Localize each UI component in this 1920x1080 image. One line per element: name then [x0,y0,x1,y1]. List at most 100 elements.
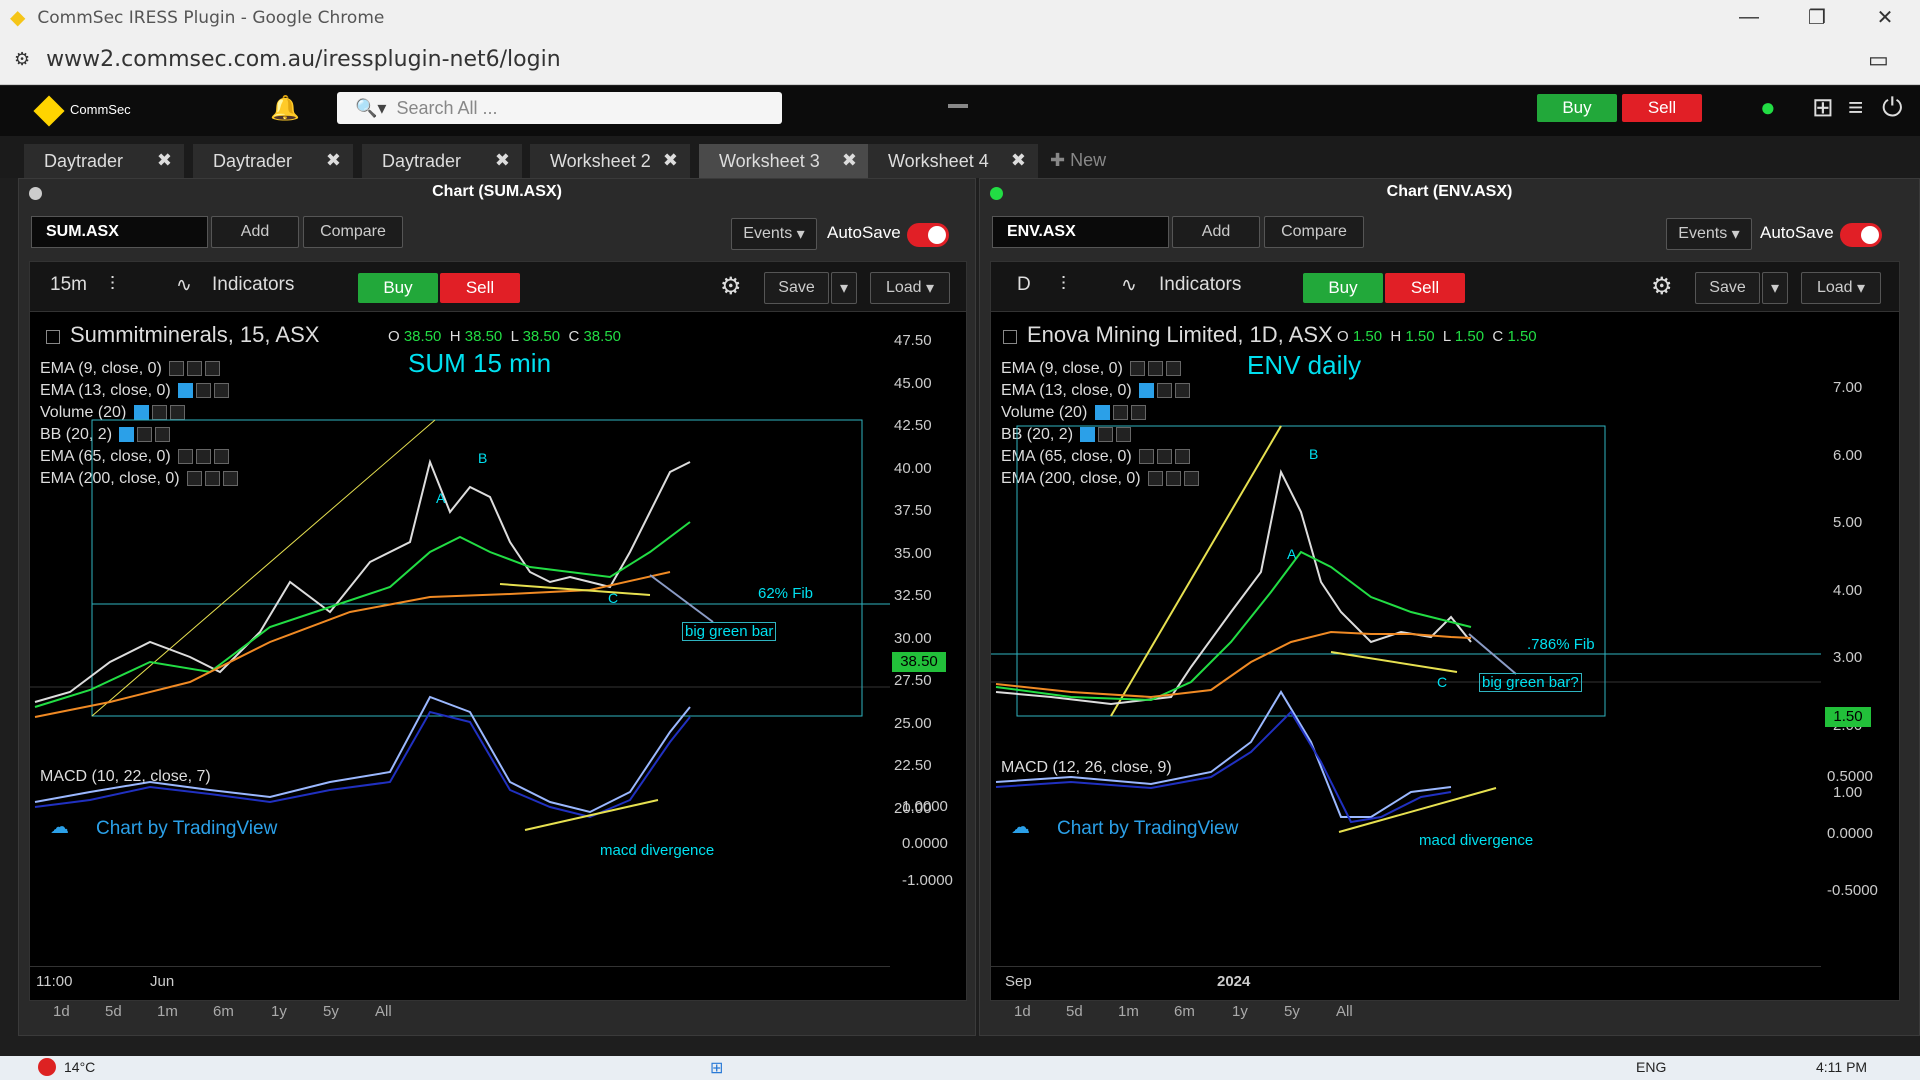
interval-selector[interactable]: 15m [50,274,87,296]
range-6m[interactable]: 6m [213,1003,234,1020]
price-axis[interactable]: 47.50 45.00 42.50 40.00 37.50 35.00 32.5… [894,320,932,830]
clock[interactable]: 4:11 PM [1816,1059,1867,1075]
range-5y[interactable]: 5y [323,1003,339,1020]
price-plot[interactable] [991,312,1821,1002]
search-input[interactable]: Search All ... [396,98,497,119]
tab-worksheet-4[interactable]: Worksheet 4 ✖ [868,144,1038,178]
range-6m[interactable]: 6m [1174,1003,1195,1020]
drag-handle-icon[interactable] [948,104,968,108]
indicators-icon[interactable]: ∿ [1121,274,1137,297]
range-5d[interactable]: 5d [105,1003,122,1020]
y-tick: 45.00 [894,374,932,392]
bell-icon[interactable]: 🔔 [270,94,300,123]
menu-icon[interactable]: ≡ [1848,92,1863,123]
tradingview-logo-icon[interactable]: ☁ [50,816,69,839]
events-dropdown[interactable]: Events ▾ [731,218,817,250]
search-icon[interactable]: 🔍▾ [355,98,386,119]
add-button[interactable]: Add [1172,216,1260,248]
macd-legend: MACD (12, 26, close, 9) [1001,759,1172,776]
price-plot[interactable] [30,312,890,1002]
tab-daytrader-1[interactable]: Daytrader ✖ [24,144,184,178]
trend-line [1110,425,1282,717]
macd-axis[interactable]: 0.5000 0.0000 -0.5000 [1827,748,1878,919]
tradingview-logo-icon[interactable]: ☁ [1011,816,1030,839]
time-axis[interactable]: 11:00 Jun [30,966,890,1002]
close-tab-icon[interactable]: ✖ [663,150,678,171]
wave-a-label: A [436,490,446,506]
symbol-input[interactable]: ENV.ASX [992,216,1169,248]
tab-worksheet-3[interactable]: Worksheet 3 ✖ [699,144,869,178]
header-buy-button[interactable]: Buy [1537,94,1617,122]
tab-daytrader-3[interactable]: Daytrader ✖ [362,144,522,178]
power-icon[interactable]: ⏻ [1882,92,1903,124]
symbol-input[interactable]: SUM.ASX [31,216,208,248]
annotation-macd: macd divergence [1419,832,1534,849]
url-text[interactable]: www2.commsec.com.au/iressplugin-net6/log… [46,47,561,72]
tradingview-credit[interactable]: Chart by TradingView [96,818,277,840]
add-button[interactable]: Add [211,216,299,248]
indicators-button[interactable]: Indicators [1159,274,1241,296]
macd-axis[interactable]: 1.0000 0.0000 -1.0000 [902,788,953,899]
save-button[interactable]: Save [1695,272,1760,304]
language-indicator[interactable]: ENG [1636,1059,1666,1075]
range-5y[interactable]: 5y [1284,1003,1300,1020]
save-dropdown-icon[interactable]: ▾ [1762,272,1788,304]
load-dropdown[interactable]: Load ▾ [870,272,950,304]
annotation-bar: big green bar [682,622,777,641]
chart-panel-sum: Chart (SUM.ASX) SUM.ASX Add Compare Even… [18,178,976,1036]
minimize-button[interactable]: — [1714,0,1784,35]
indicators-button[interactable]: Indicators [212,274,294,296]
load-dropdown[interactable]: Load ▾ [1801,272,1881,304]
range-1y[interactable]: 1y [1232,1003,1248,1020]
range-1m[interactable]: 1m [157,1003,178,1020]
address-bar[interactable]: ⚙ www2.commsec.com.au/iressplugin-net6/l… [0,35,1920,85]
chart-buy-button[interactable]: Buy [358,273,438,303]
header-sell-button[interactable]: Sell [1622,94,1702,122]
range-1d[interactable]: 1d [1014,1003,1031,1020]
close-tab-icon[interactable]: ✖ [1011,150,1026,171]
events-dropdown[interactable]: Events ▾ [1666,218,1752,250]
tab-worksheet-2[interactable]: Worksheet 2 ✖ [530,144,690,178]
close-window-button[interactable]: ✕ [1850,0,1920,35]
cast-icon[interactable]: ▭ [1868,47,1889,73]
indicators-icon[interactable]: ∿ [176,274,192,297]
restore-button[interactable]: ❐ [1782,0,1852,35]
save-button[interactable]: Save [764,272,829,304]
x-label: 11:00 [36,973,73,990]
weather-temp[interactable]: 14°C [64,1059,95,1075]
chart-buy-button[interactable]: Buy [1303,273,1383,303]
interval-selector[interactable]: D [1017,274,1031,296]
save-dropdown-icon[interactable]: ▾ [831,272,857,304]
range-5d[interactable]: 5d [1066,1003,1083,1020]
settings-gear-icon[interactable]: ⚙ [1651,272,1673,301]
search-box[interactable]: 🔍▾ Search All ... [337,92,782,124]
chart-sell-button[interactable]: Sell [1385,273,1465,303]
close-tab-icon[interactable]: ✖ [326,150,341,171]
range-all[interactable]: All [375,1003,392,1020]
tradingview-credit[interactable]: Chart by TradingView [1057,818,1238,840]
compare-button[interactable]: Compare [303,216,403,248]
chart-sell-button[interactable]: Sell [440,273,520,303]
lightbulb-icon[interactable]: ● [1760,92,1776,123]
range-all[interactable]: All [1336,1003,1353,1020]
start-icon[interactable]: ⊞ [710,1058,723,1078]
range-1y[interactable]: 1y [271,1003,287,1020]
autosave-toggle[interactable] [1840,223,1882,247]
close-tab-icon[interactable]: ✖ [842,150,857,171]
autosave-toggle[interactable] [907,223,949,247]
new-tab-button[interactable]: ✚ New [1050,150,1106,171]
range-1m[interactable]: 1m [1118,1003,1139,1020]
tab-daytrader-2[interactable]: Daytrader ✖ [193,144,353,178]
add-widget-icon[interactable]: ⊞ [1812,92,1834,123]
range-1d[interactable]: 1d [53,1003,70,1020]
close-tab-icon[interactable]: ✖ [157,150,172,171]
close-tab-icon[interactable]: ✖ [495,150,510,171]
time-axis[interactable]: Sep 2024 [991,966,1821,1002]
candle-type-icon[interactable]: ⫶ [110,274,115,296]
site-settings-icon[interactable]: ⚙ [14,49,30,70]
candle-type-icon[interactable]: ⫶ [1061,274,1066,296]
chart-area[interactable]: 15m ⫶ ∿ Indicators Buy Sell ⚙ Save ▾ Loa… [29,261,967,1001]
chart-area[interactable]: D ⫶ ∿ Indicators Buy Sell ⚙ Save ▾ Load … [990,261,1900,1001]
settings-gear-icon[interactable]: ⚙ [720,272,742,301]
compare-button[interactable]: Compare [1264,216,1364,248]
